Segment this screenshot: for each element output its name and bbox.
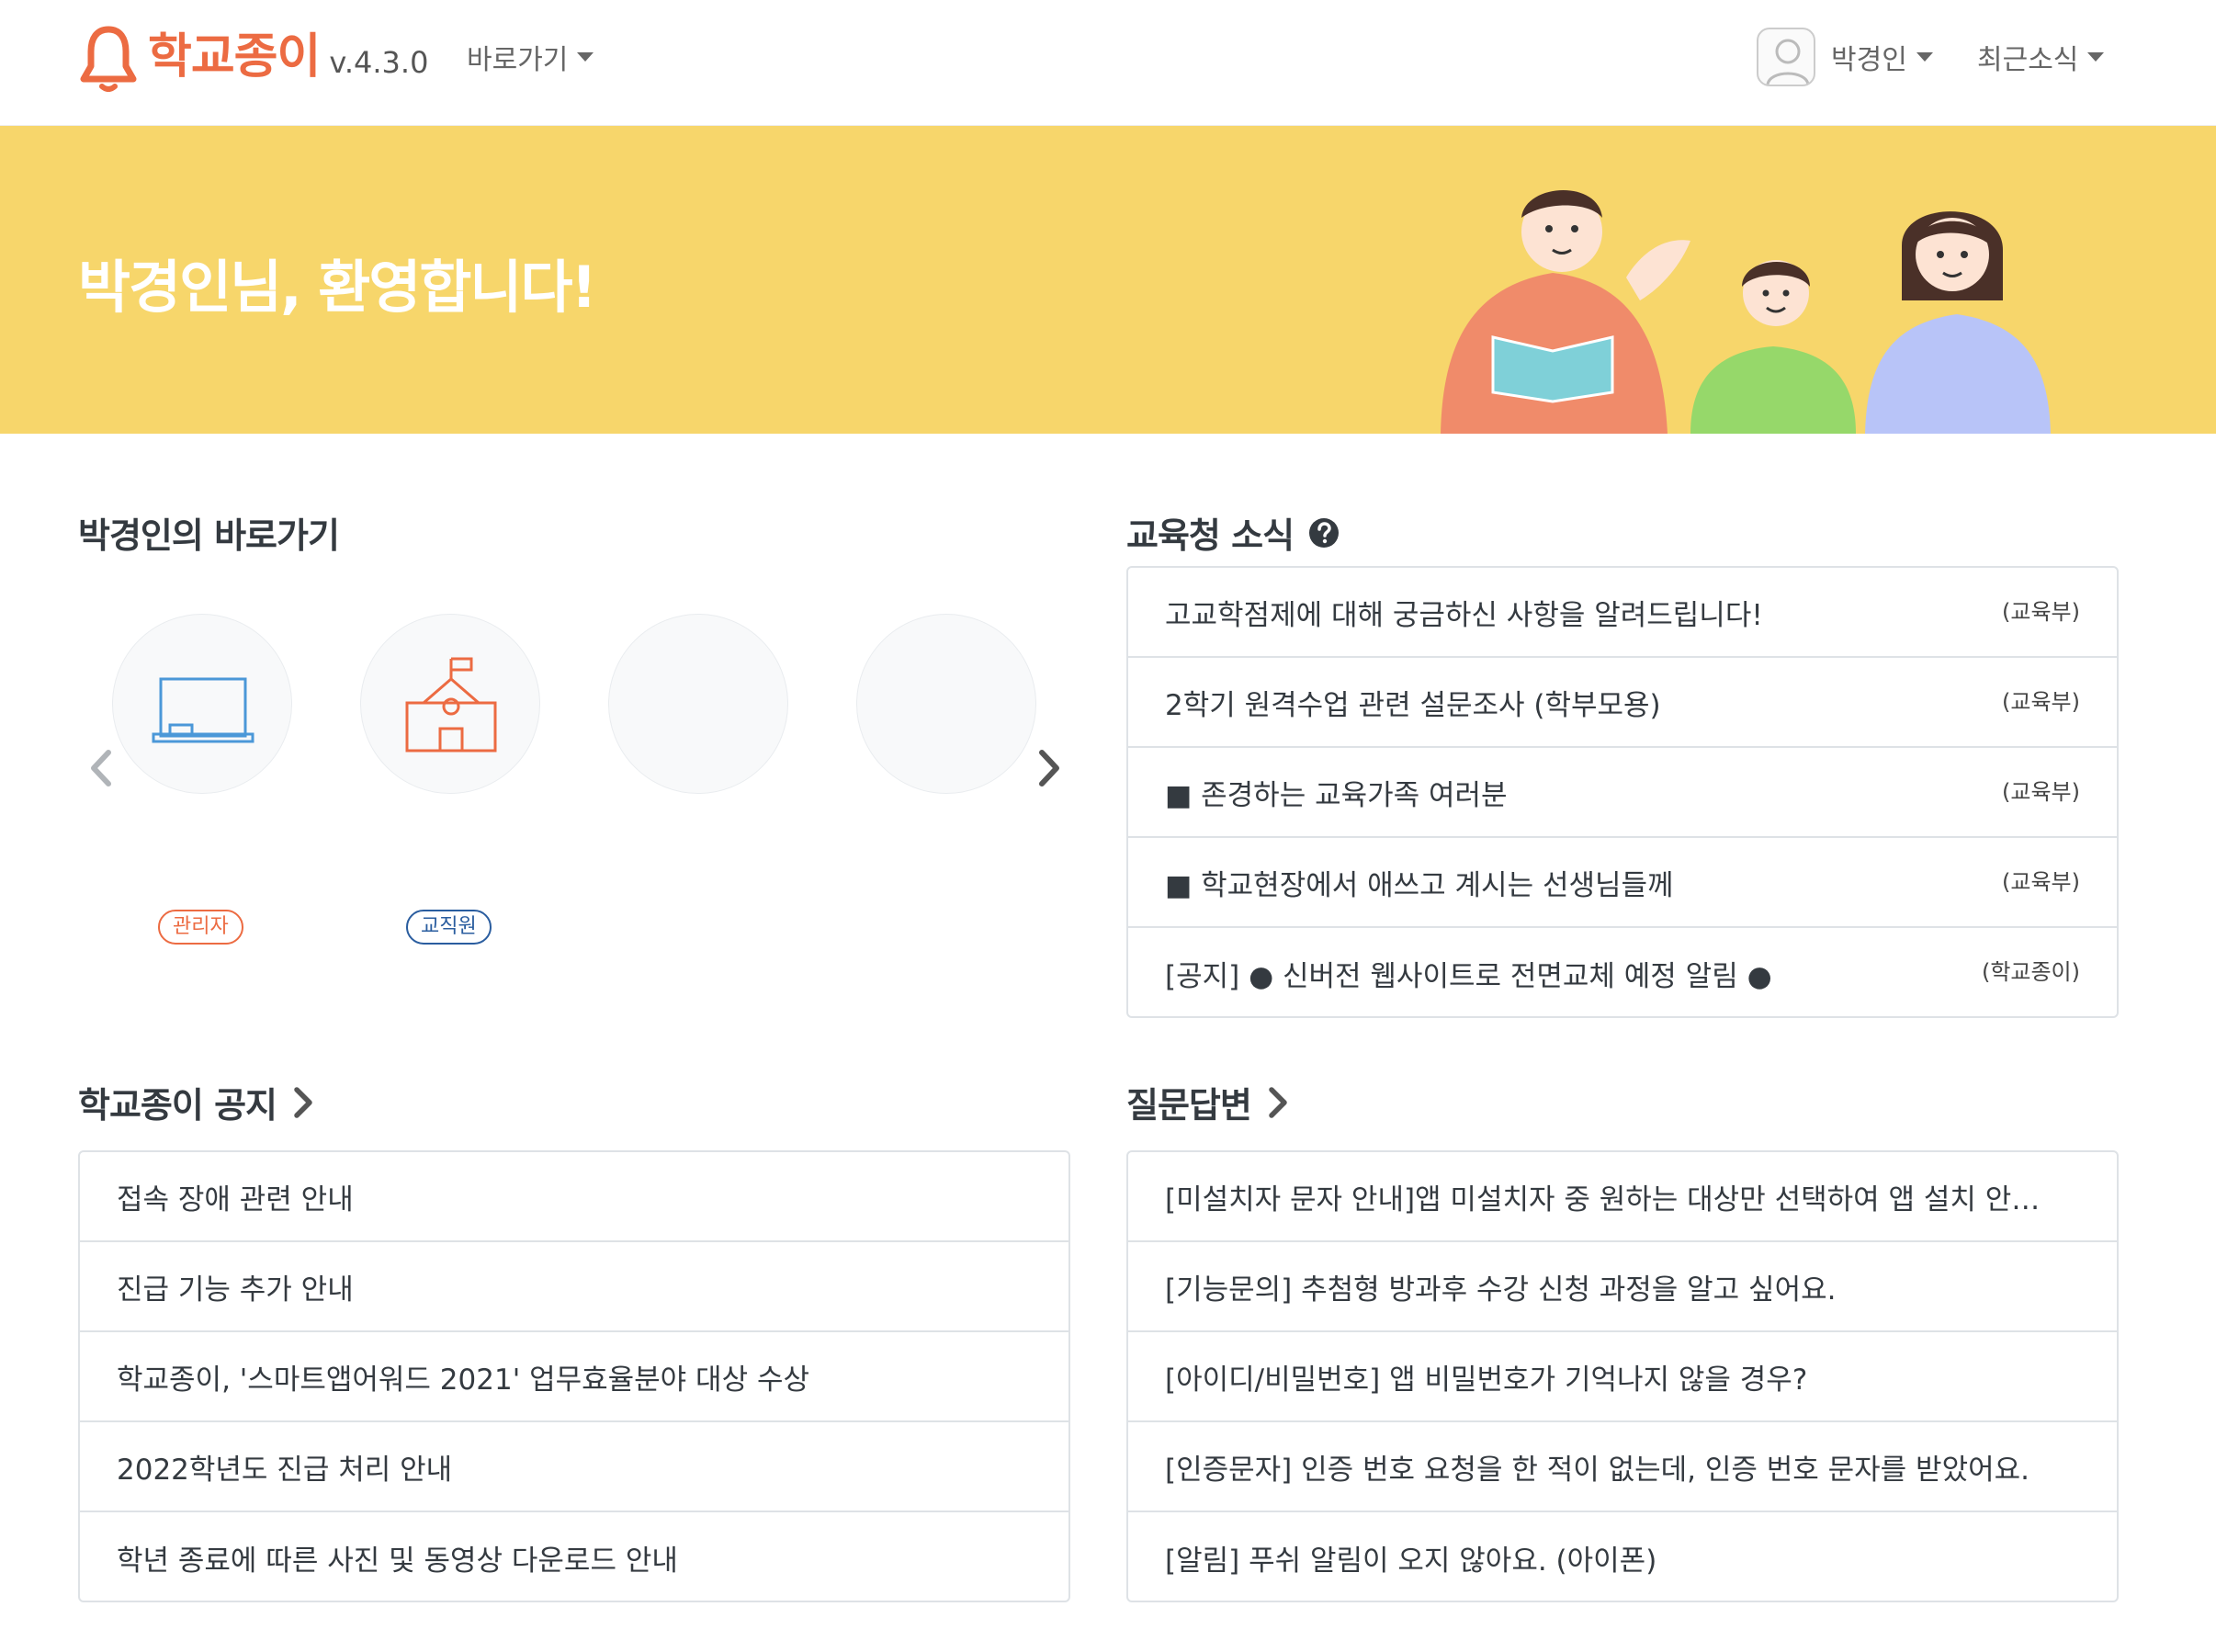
news-text: ■ 학교현장에서 애쓰고 계시는 선생님들께: [1165, 868, 1674, 902]
list-item[interactable]: [미설치자 문자 안내]앱 미설치자 중 원하는 대상만 선택하여 앱 설치 안…: [1128, 1152, 2117, 1242]
news-source: (교육부): [2002, 869, 2080, 895]
role-badge-staff: 교직원: [406, 910, 492, 945]
edu-news-title-text: 교육청 소식: [1126, 515, 1295, 556]
news-source: (교육부): [2002, 779, 2080, 805]
caret-down-icon: [2087, 52, 2105, 62]
list-item[interactable]: [아이디/비밀번호] 앱 비밀번호가 기억나지 않을 경우?: [1128, 1332, 2117, 1422]
role-badge-admin: 관리자: [158, 910, 243, 945]
list-item[interactable]: 접속 장애 관련 안내: [80, 1152, 1068, 1242]
qna-title-text: 질문답변: [1126, 1085, 1252, 1126]
notices-title[interactable]: 학교종이 공지: [78, 1077, 317, 1127]
qna-text: [미설치자 문자 안내]앱 미설치자 중 원하는 대상만 선택하여 앱 설치 안…: [1165, 1182, 2056, 1216]
news-dropdown-label: 최근소식: [1977, 44, 2079, 76]
shortcut-admin[interactable]: [112, 614, 292, 794]
qna-text: [인증문자] 인증 번호 요청을 한 적이 없는데, 인증 번호 문자를 받았어…: [1165, 1453, 2029, 1487]
notice-text: 진급 기능 추가 안내: [117, 1273, 354, 1307]
news-source: (교육부): [2002, 599, 2080, 625]
list-item[interactable]: ■ 학교현장에서 애쓰고 계시는 선생님들께 (교육부): [1128, 838, 2117, 928]
logo[interactable]: 학교종이 v.4.3.0: [78, 18, 428, 92]
user-menu[interactable]: 박경인: [1831, 37, 1933, 77]
family-illustration: [1441, 189, 2051, 434]
notice-text: 2022학년도 진급 처리 안내: [117, 1453, 453, 1487]
qna-text: [기능문의] 추첨형 방과후 수강 신청 과정을 알고 싶어요.: [1165, 1273, 1837, 1307]
list-item[interactable]: 학년 종료에 따른 사진 및 동영상 다운로드 안내: [80, 1512, 1068, 1601]
edu-news-title: 교육청 소식: [1126, 507, 1340, 558]
shortcuts-title-text: 박경인의 바로가기: [78, 515, 340, 556]
avatar[interactable]: [1757, 28, 1815, 86]
user-icon: [1766, 39, 1810, 85]
help-icon[interactable]: [1308, 517, 1340, 549]
news-dropdown[interactable]: 최근소식: [1977, 37, 2105, 77]
qna-list: [미설치자 문자 안내]앱 미설치자 중 원하는 대상만 선택하여 앱 설치 안…: [1126, 1150, 2119, 1602]
logo-text: 학교종이: [148, 29, 321, 85]
blackboard-icon: [152, 677, 254, 743]
news-source: (학교종이): [1981, 959, 2080, 985]
news-text: 고교학점제에 대해 궁금하신 사항을 알려드립니다!: [1165, 598, 1763, 632]
carousel-next-icon[interactable]: [1036, 749, 1064, 787]
news-text: 2학기 원격수업 관련 설문조사 (학부모용): [1165, 688, 1661, 722]
shortcut-empty-slot[interactable]: [856, 614, 1036, 794]
news-source: (교육부): [2002, 689, 2080, 715]
list-item[interactable]: 2022학년도 진급 처리 안내: [80, 1422, 1068, 1512]
list-item[interactable]: 진급 기능 추가 안내: [80, 1242, 1068, 1332]
list-item[interactable]: [알림] 푸쉬 알림이 오지 않아요. (아이폰): [1128, 1512, 2117, 1601]
notices-list: 접속 장애 관련 안내 진급 기능 추가 안내 학교종이, '스마트앱어워드 2…: [78, 1150, 1070, 1602]
school-icon: [405, 657, 497, 752]
shortcut-dropdown[interactable]: 바로가기: [467, 37, 594, 77]
list-item[interactable]: [공지] ● 신버전 웹사이트로 전면교체 예정 알림 ● (학교종이): [1128, 928, 2117, 1016]
notices-title-text: 학교종이 공지: [78, 1085, 277, 1126]
welcome-title: 박경인님, 환영합니다!: [78, 254, 597, 321]
notice-text: 학년 종료에 따른 사진 및 동영상 다운로드 안내: [117, 1544, 678, 1578]
list-item[interactable]: 2학기 원격수업 관련 설문조사 (학부모용) (교육부): [1128, 658, 2117, 748]
list-item[interactable]: ■ 존경하는 교육가족 여러분 (교육부): [1128, 748, 2117, 838]
qna-text: [아이디/비밀번호] 앱 비밀번호가 기억나지 않을 경우?: [1165, 1363, 1808, 1397]
bell-logo-icon: [80, 26, 137, 92]
top-navbar: 학교종이 v.4.3.0 바로가기 박경인 최근소식: [0, 0, 2216, 126]
edu-news-list: 고교학점제에 대해 궁금하신 사항을 알려드립니다! (교육부) 2학기 원격수…: [1126, 566, 2119, 1018]
notice-text: 접속 장애 관련 안내: [117, 1182, 354, 1216]
list-item[interactable]: [인증문자] 인증 번호 요청을 한 적이 없는데, 인증 번호 문자를 받았어…: [1128, 1422, 2117, 1512]
qna-title[interactable]: 질문답변: [1126, 1077, 1292, 1127]
caret-down-icon: [1916, 52, 1933, 62]
carousel-prev-icon[interactable]: [86, 749, 114, 787]
shortcuts-title: 박경인의 바로가기: [78, 507, 340, 558]
caret-down-icon: [577, 52, 594, 62]
version-label: v.4.3.0: [329, 45, 429, 80]
chevron-right-icon: [294, 1086, 312, 1118]
shortcut-staff[interactable]: [360, 614, 540, 794]
list-item[interactable]: [기능문의] 추첨형 방과후 수강 신청 과정을 알고 싶어요.: [1128, 1242, 2117, 1332]
welcome-banner: 박경인님, 환영합니다!: [0, 126, 2216, 434]
shortcut-empty-slot[interactable]: [608, 614, 788, 794]
list-item[interactable]: 고교학점제에 대해 궁금하신 사항을 알려드립니다! (교육부): [1128, 568, 2117, 658]
shortcut-dropdown-label: 바로가기: [467, 44, 569, 76]
chevron-right-icon: [1269, 1086, 1287, 1118]
user-name: 박경인: [1831, 44, 1907, 76]
qna-text: [알림] 푸쉬 알림이 오지 않아요. (아이폰): [1165, 1544, 1657, 1578]
news-text: [공지] ● 신버전 웹사이트로 전면교체 예정 알림 ●: [1165, 959, 1772, 993]
notice-text: 학교종이, '스마트앱어워드 2021' 업무효율분야 대상 수상: [117, 1363, 809, 1397]
news-text: ■ 존경하는 교육가족 여러분: [1165, 778, 1508, 812]
list-item[interactable]: 학교종이, '스마트앱어워드 2021' 업무효율분야 대상 수상: [80, 1332, 1068, 1422]
